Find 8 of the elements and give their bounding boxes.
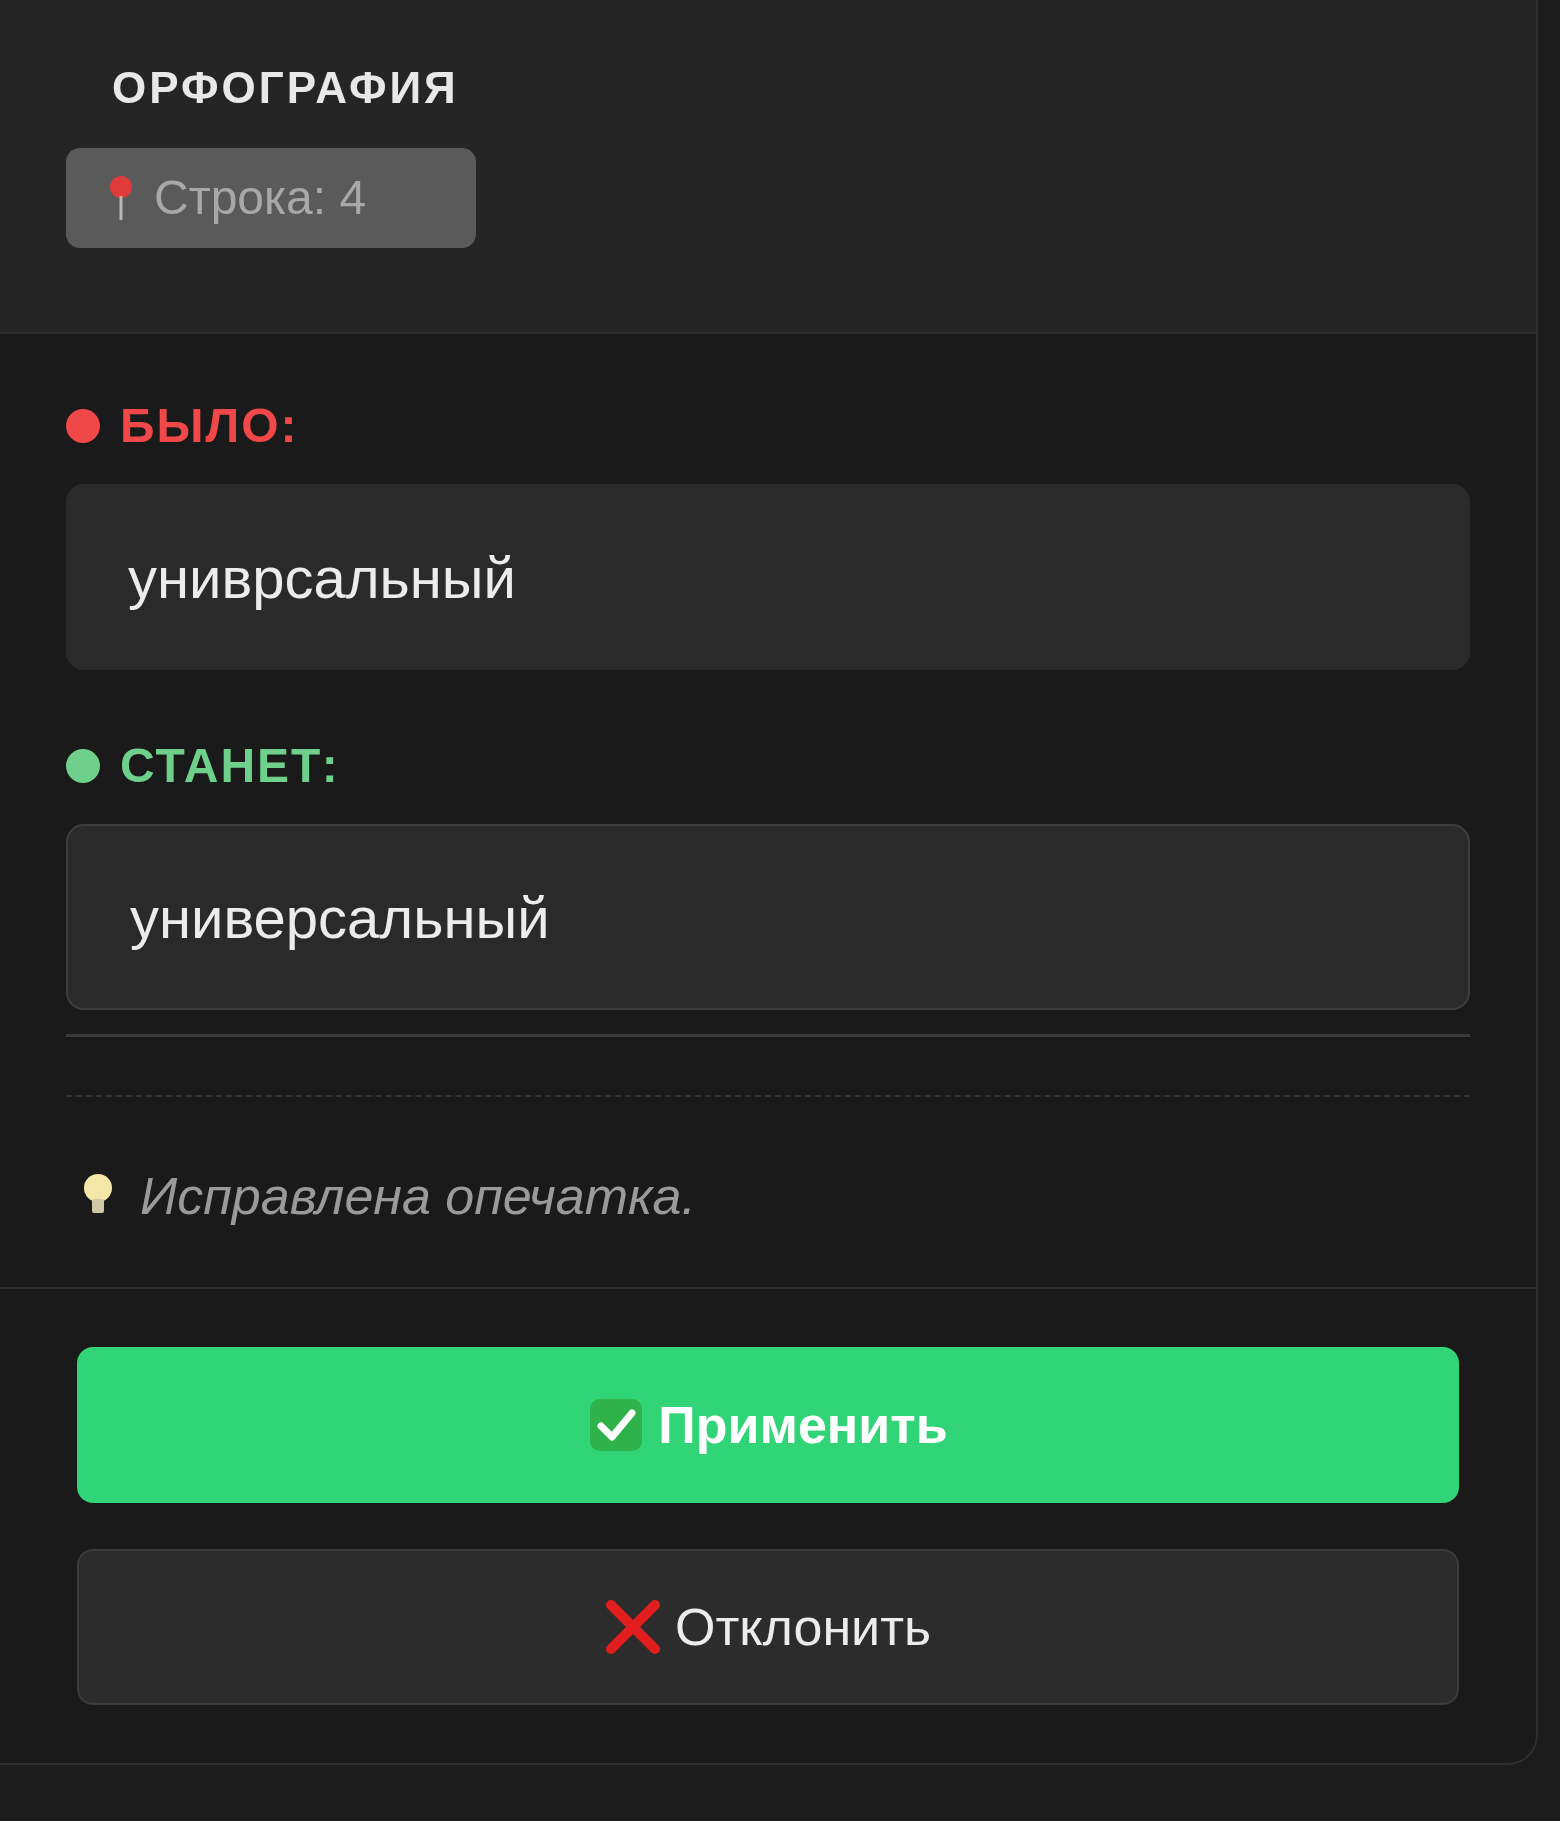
close-icon	[604, 1599, 661, 1655]
line-number: Строка: 4	[154, 170, 367, 226]
checkmark-icon	[588, 1397, 645, 1453]
reject-button[interactable]: Отклонить	[77, 1549, 1459, 1705]
field-label: БЫЛО:	[120, 402, 299, 450]
hint-text: Исправлена опечатка.	[140, 1166, 696, 1227]
panel-title: ОРФОГРАФИЯ	[112, 66, 459, 110]
field-label: СТАНЕТ:	[120, 742, 340, 790]
